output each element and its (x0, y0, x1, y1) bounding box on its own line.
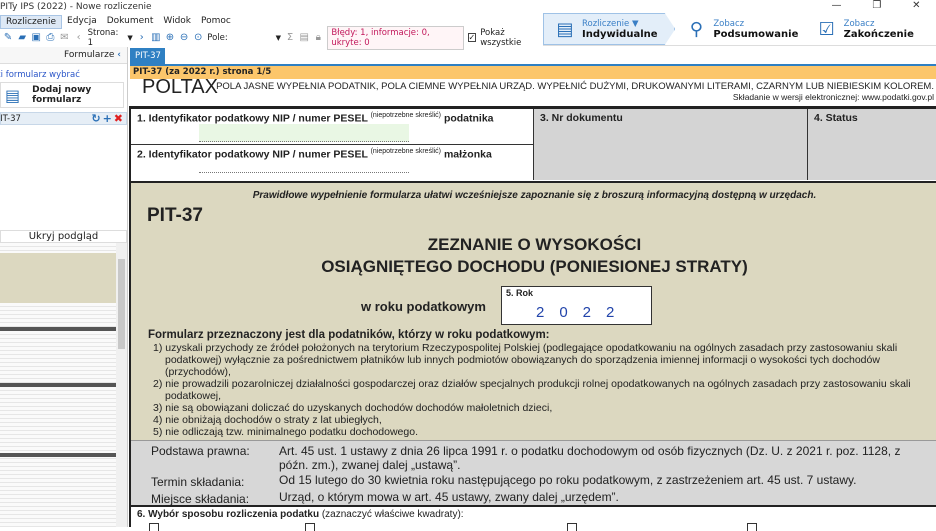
next-page-icon[interactable]: › (137, 32, 147, 43)
condition: 4) nie obniżają dochodów o straty z lat … (153, 414, 382, 426)
minimize-button[interactable]: — (831, 0, 841, 14)
document-icon: ▤ (556, 18, 574, 40)
pit37-form: 1. Identyfikator podatkowy NIP / numer P… (129, 106, 936, 531)
step-big: Zakończenie (843, 28, 914, 40)
edit-icon[interactable]: ✎ (3, 32, 13, 43)
add-form-button[interactable]: ▤ Dodaj nowy formularz (0, 82, 124, 108)
deadline-text: Od 15 lutego do 30 kwietnia roku następu… (279, 473, 857, 487)
page-indicator: PIT-37 (za 2022 r.) strona 1/5 (130, 66, 936, 79)
step-indywidualne[interactable]: ▤ Rozliczenie ▼ Indywidualne (543, 13, 676, 45)
section-6-title: 6. Wybór sposobu rozliczenia podatku (137, 509, 320, 520)
lock-icon[interactable]: 🔒︎ (313, 32, 323, 43)
electronic-info: Składanie w wersji elektronicznej: www.p… (732, 92, 934, 102)
open-folder-icon[interactable]: ▰ (17, 32, 27, 43)
condition: 5) nie odliczają tzw. minimalnego podatk… (153, 426, 418, 438)
year-label: w roku podatkowym (361, 299, 486, 314)
print-icon[interactable]: ⎙ (45, 32, 55, 43)
condition: 3) nie są obowiązani doliczać do uzyskan… (153, 402, 553, 414)
checkbox[interactable] (567, 523, 577, 531)
legal-text: Art. 45 ust. 1 ustawy z dnia 26 lipca 19… (279, 444, 901, 472)
add-form-label: Dodaj nowy formularz (32, 85, 92, 105)
field-status: 4. Status (808, 109, 936, 180)
refresh-icon[interactable]: ↻ (91, 112, 100, 125)
field-spouse-id: 2. Identyfikator podatkowy NIP / numer P… (131, 145, 534, 180)
legal-info-section: Podstawa prawna: Art. 45 ust. 1 ustawy z… (131, 440, 936, 506)
close-button[interactable]: ✕ (912, 0, 920, 14)
menu-pomoc[interactable]: Pomoc (196, 15, 236, 29)
window-controls: — ❐ ✕ (816, 0, 936, 14)
show-all-checkbox[interactable]: ✓ (467, 33, 477, 42)
form-name: PIT-37 (0, 113, 21, 124)
show-all-label: Pokaż wszystkie (480, 27, 522, 48)
save-icon[interactable]: ▣ (31, 32, 41, 43)
field-dropdown-icon[interactable]: ▼ (276, 34, 281, 42)
errors-dropdown[interactable]: Błędy: 1, informacje: 0, ukryte: 0 (327, 25, 464, 50)
form-heading-1: ZEZNANIE O WYSOKOŚCI (427, 235, 642, 254)
form-title-section: Prawidłowe wypełnienie formularza ułatwi… (131, 181, 936, 440)
hide-preview-button[interactable]: Ukryj podgląd (0, 230, 127, 243)
taxpayer-id-input[interactable] (199, 124, 409, 142)
field-document-number: 3. Nr dokumentu (534, 109, 808, 180)
instruction: POLA JASNE WYPEŁNIA PODATNIK, POLA CIEMN… (216, 81, 934, 92)
menu-rozliczenie[interactable]: Rozliczenie (0, 15, 63, 29)
page-select[interactable]: Strona: 1 (88, 28, 124, 48)
year-value: 2022 (536, 304, 630, 321)
checkbox[interactable] (149, 523, 159, 531)
poltax-logo: POLTAX (142, 76, 218, 98)
sum-icon[interactable]: Σ (285, 32, 295, 43)
checklist-icon: ☑ (818, 18, 835, 40)
condition: 2) nie prowadzili pozarolniczej działaln… (153, 378, 911, 402)
section-6-note: (zaznaczyć właściwe kwadraty): (321, 509, 464, 520)
mail-icon[interactable]: ✉ (59, 32, 69, 43)
form-header: POLTAX POLA JASNE WYPEŁNIA PODATNIK, POL… (130, 76, 936, 107)
form-code: PIT-37 (147, 205, 203, 226)
maximize-button[interactable]: ❐ (872, 0, 881, 14)
step-big: Podsumowanie (713, 28, 799, 40)
zoom-out-icon[interactable]: ⊖ (179, 32, 189, 43)
step-big: Indywidualne (582, 28, 658, 40)
step-small: Rozliczenie ▼ (582, 18, 639, 29)
year-field[interactable]: 5. Rok 2022 (501, 286, 652, 325)
legal-label: Podstawa prawna: (151, 444, 250, 458)
magnifier-icon: ⚲ (689, 18, 703, 40)
panel-title: Formularze (64, 50, 115, 60)
preview-scrollbar[interactable] (116, 243, 127, 527)
forms-panel-header: Formularze ‹ (0, 47, 127, 64)
info-note: Prawidłowe wypełnienie formularza ułatwi… (252, 190, 817, 201)
checkbox[interactable] (305, 523, 315, 531)
step-small: Zobacz (713, 18, 745, 29)
step-podsumowanie[interactable]: ⚲ Zobacz Podsumowanie (675, 13, 805, 45)
place-text: Urząd, o którym mowa w art. 45 ustawy, z… (279, 490, 619, 504)
form-heading-2: OSIĄGNIĘTEGO DOCHODU (PONIESIONEJ STRATY… (321, 257, 748, 276)
form-list-item[interactable]: PIT-37 ↻+✖ (0, 112, 127, 125)
clipboard-icon[interactable]: ▤ (299, 32, 309, 43)
zoom-in-icon[interactable]: ⊕ (165, 32, 175, 43)
condition: 1) uzyskali przychody ze źródeł położony… (153, 342, 898, 378)
two-pages-icon[interactable]: ▥ (151, 32, 161, 43)
section-6: 6. Wybór sposobu rozliczenia podatku (za… (131, 505, 936, 531)
tab-pit-37[interactable]: PIT-37 (130, 48, 165, 65)
prev-page-icon[interactable]: ‹ (74, 32, 84, 43)
wizard-steps: ▤ Rozliczenie ▼ Indywidualne ⚲ Zobacz Podsum… (543, 13, 936, 46)
conditions-list: 1) uzyskali przychody ze źródeł położony… (153, 342, 935, 438)
purpose: Formularz przeznaczony jest dla podatnik… (148, 329, 550, 341)
delete-icon[interactable]: ✖ (114, 112, 123, 125)
window-title: PITy IPS (2022) - Nowe rozliczenie (0, 2, 152, 12)
step-zakonczenie[interactable]: ☑ Zobacz Zakończenie (806, 13, 936, 45)
collapse-panel-icon[interactable]: ‹ (117, 50, 121, 60)
step-small: Zobacz (843, 18, 875, 29)
checkbox[interactable] (747, 523, 757, 531)
spouse-id-input[interactable] (199, 172, 409, 173)
menu-widok[interactable]: Widok (158, 15, 196, 29)
field-label: Pole: (207, 32, 228, 43)
toolbar: ✎ ▰ ▣ ⎙ ✉ ‹ Strona: 1 ▼ › ▥ ⊕ ⊖ ⊙ Pole: ▼ … (0, 25, 543, 50)
page-preview-thumbnail[interactable] (0, 243, 116, 527)
place-label: Miejsce składania: (151, 492, 250, 506)
add-icon[interactable]: + (103, 112, 112, 125)
which-form-link[interactable]: Jaki formularz wybrać (0, 64, 127, 82)
zoom-fit-icon[interactable]: ⊙ (193, 32, 203, 43)
deadline-label: Termin składania: (151, 475, 245, 489)
add-document-icon: ▤ (5, 85, 21, 105)
field-taxpayer-id: 1. Identyfikator podatkowy NIP / numer P… (131, 109, 534, 145)
